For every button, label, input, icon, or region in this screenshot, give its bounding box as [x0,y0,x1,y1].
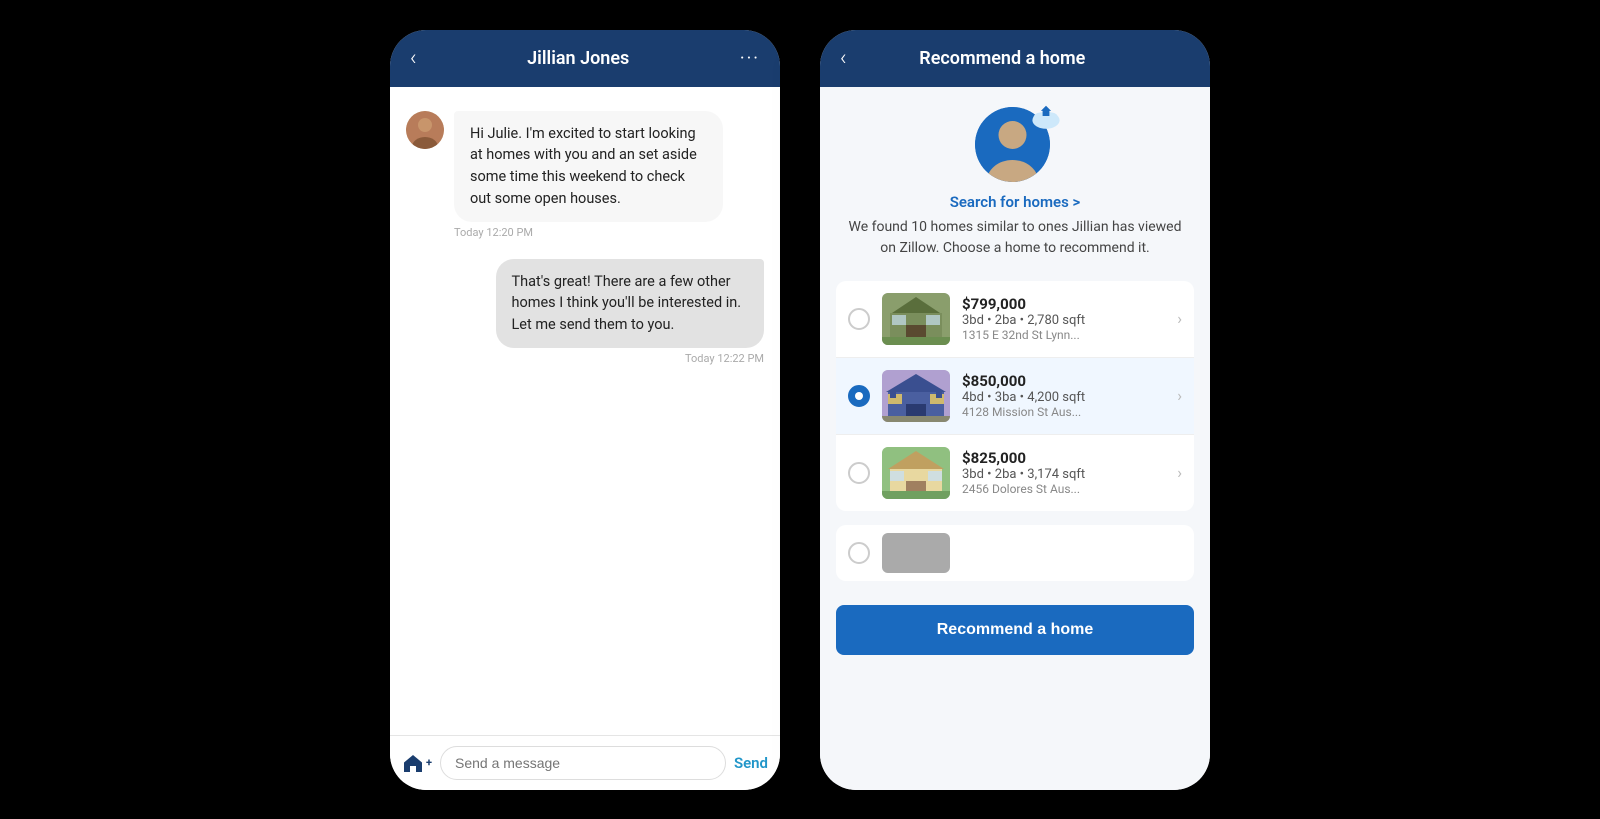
cloud-home-icon [1029,99,1063,133]
listing-radio-3[interactable] [848,462,870,484]
listing-details: 3bd • 2ba • 3,174 sqft [962,467,1165,482]
listing-price: $799,000 [962,295,1165,313]
plus-icon: + [426,756,432,769]
recommend-home-button[interactable]: Recommend a home [836,605,1194,655]
message-timestamp: Today 12:20 PM [454,226,723,239]
chat-header: ‹ Jillian Jones ··· [390,30,780,87]
listing-thumbnail-3 [882,447,950,499]
received-bubble: Hi Julie. I'm excited to start looking a… [454,111,723,222]
listing-list: $799,000 3bd • 2ba • 2,780 sqft 1315 E 3… [836,281,1194,511]
recommend-header-title: Recommend a home [919,48,1085,69]
listing-radio-4[interactable] [848,542,870,564]
chat-header-title: Jillian Jones [527,48,629,69]
send-button[interactable]: Send [734,754,768,772]
listing-item[interactable]: $799,000 3bd • 2ba • 2,780 sqft 1315 E 3… [836,281,1194,358]
chat-body: Hi Julie. I'm excited to start looking a… [390,87,780,735]
listing-thumbnail-1 [882,293,950,345]
listing-item[interactable]: $850,000 4bd • 3ba • 4,200 sqft 4128 Mis… [836,358,1194,435]
listing-details: 3bd • 2ba • 2,780 sqft [962,313,1165,328]
attach-home-button[interactable]: + [402,753,432,773]
agent-avatar-wrap [975,107,1055,187]
avatar [406,111,444,149]
chevron-right-icon: › [1177,386,1182,405]
recommend-body: Search for homes > We found 10 homes sim… [820,87,1210,790]
recommend-phone: ‹ Recommend a home [820,30,1210,790]
chevron-right-icon: › [1177,463,1182,482]
listing-radio-1[interactable] [848,308,870,330]
listing-item[interactable]: $825,000 3bd • 2ba • 3,174 sqft 2456 Dol… [836,435,1194,511]
recommend-description: We found 10 homes similar to ones Jillia… [836,217,1194,259]
listing-radio-2[interactable] [848,385,870,407]
chat-back-button[interactable]: ‹ [410,46,417,71]
sent-bubble-wrap: That's great! There are a few other home… [496,259,765,365]
listing-thumbnail-2 [882,370,950,422]
search-homes-link[interactable]: Search for homes > [950,193,1081,211]
chat-input-bar: + Send [390,735,780,790]
listing-info-1: $799,000 3bd • 2ba • 2,780 sqft 1315 E 3… [962,295,1165,342]
listing-info-2: $850,000 4bd • 3ba • 4,200 sqft 4128 Mis… [962,372,1165,419]
chat-phone: ‹ Jillian Jones ··· Hi Julie. I'm excite… [390,30,780,790]
listing-price: $850,000 [962,372,1165,390]
message-row: That's great! There are a few other home… [406,259,764,365]
listing-details: 4bd • 3ba • 4,200 sqft [962,390,1165,405]
listing-address: 2456 Dolores St Aus... [962,482,1165,496]
message-input[interactable] [440,746,726,780]
message-row: Hi Julie. I'm excited to start looking a… [406,111,764,239]
partial-listing [836,525,1194,581]
recommend-back-button[interactable]: ‹ [840,46,847,71]
listing-price: $825,000 [962,449,1165,467]
agent-hero: Search for homes > We found 10 homes sim… [836,107,1194,267]
listing-info-3: $825,000 3bd • 2ba • 3,174 sqft 2456 Dol… [962,449,1165,496]
recommend-footer: Recommend a home [836,595,1194,671]
chevron-right-icon: › [1177,309,1182,328]
recommend-header: ‹ Recommend a home [820,30,1210,87]
listing-address: 4128 Mission St Aus... [962,405,1165,419]
listing-thumbnail-partial [882,533,950,573]
message-timestamp: Today 12:22 PM [685,352,764,365]
received-bubble-wrap: Hi Julie. I'm excited to start looking a… [454,111,723,239]
chat-more-button[interactable]: ··· [740,48,760,69]
sent-bubble: That's great! There are a few other home… [496,259,765,348]
listing-address: 1315 E 32nd St Lynn... [962,328,1165,342]
